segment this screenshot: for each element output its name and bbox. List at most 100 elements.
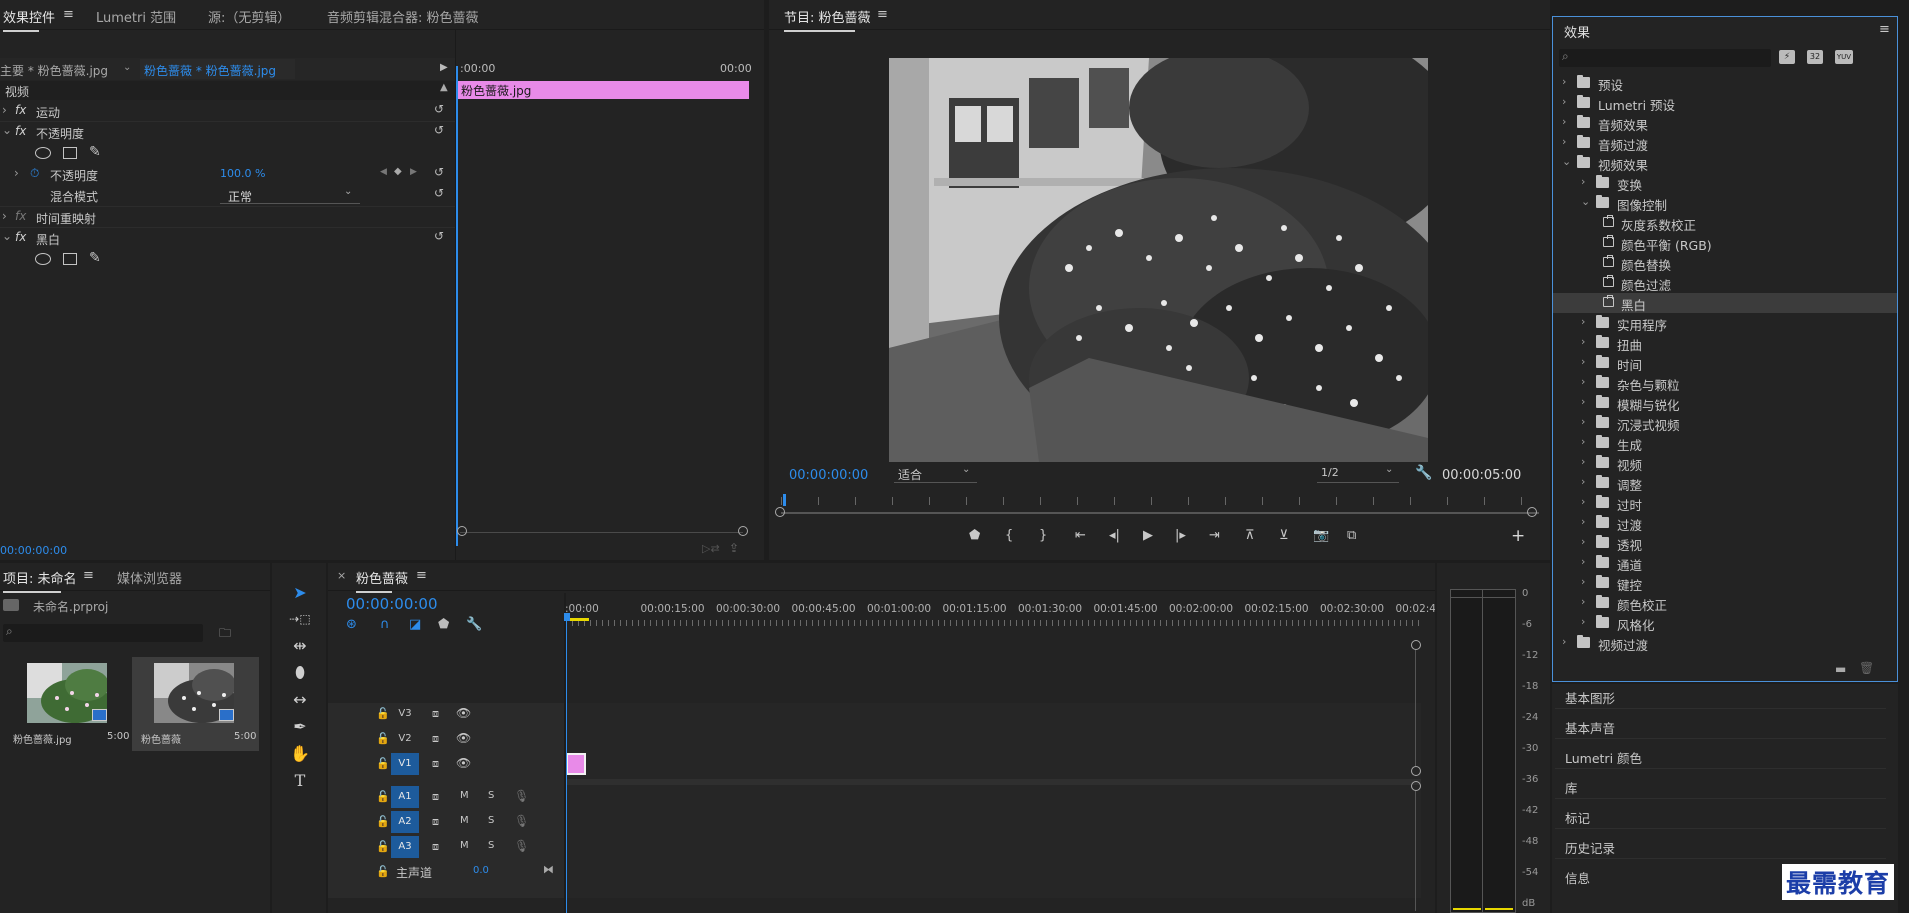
microphone-icon[interactable]: 🎙	[514, 789, 529, 803]
chevron-right-icon[interactable]: ›	[1581, 175, 1585, 188]
effect-row-motion[interactable]: › fx 运动 ↺	[0, 101, 455, 121]
next-keyframe-icon[interactable]: ▶	[410, 167, 417, 177]
razor-tool-icon[interactable]: ⬮	[286, 660, 314, 686]
sync-lock-icon[interactable]: ⧈	[432, 840, 439, 854]
fx-icon[interactable]: fx	[15, 124, 26, 138]
chevron-right-icon[interactable]: ›	[2, 209, 7, 223]
panel-menu-icon[interactable]: ≡	[63, 7, 74, 22]
add-button-icon[interactable]: +	[1511, 526, 1525, 546]
effects-folder[interactable]: › 通道	[1553, 553, 1897, 573]
panel-history[interactable]: 历史记录	[1565, 838, 1615, 857]
prev-keyframe-icon[interactable]: ◀	[380, 167, 387, 177]
tab-program[interactable]: 节目: 粉色蔷薇	[784, 7, 871, 32]
go-to-in-icon[interactable]: ⇤	[1075, 528, 1086, 543]
new-bin-icon[interactable]: ▬	[1835, 662, 1846, 676]
mute-button[interactable]: M	[460, 815, 469, 826]
panel-menu-icon[interactable]: ≡	[877, 7, 888, 22]
chevron-right-icon[interactable]: ›	[1581, 615, 1585, 628]
close-icon[interactable]: ×	[337, 569, 346, 582]
panel-menu-icon[interactable]: ≡	[83, 568, 94, 583]
microphone-icon[interactable]: 🎙	[514, 839, 529, 853]
tab-audio-clip-mixer[interactable]: 音频剪辑混合器: 粉色蔷薇	[327, 7, 479, 26]
wrench-icon[interactable]: 🔧	[1415, 465, 1432, 481]
wrench-icon[interactable]: 🔧	[466, 617, 482, 632]
go-to-end-icon[interactable]: ⧓	[543, 863, 554, 876]
playhead-head[interactable]	[564, 613, 570, 621]
tab-effect-controls[interactable]: 效果控件	[3, 7, 55, 32]
project-item-2-selected[interactable]: 粉色蔷薇 5:00	[132, 657, 259, 751]
effect-controls-timecode[interactable]: 00:00:00:00	[0, 544, 67, 557]
chevron-right-icon[interactable]: ›	[1581, 335, 1585, 348]
effect-row-time-remap[interactable]: › fx 时间重映射	[0, 207, 455, 227]
scroll-handle-mid[interactable]	[1411, 766, 1421, 776]
track-v1[interactable]: 🔓 V1 ⧈ 👁	[328, 753, 1421, 775]
effects-folder[interactable]: ⌄ 图像控制	[1553, 193, 1897, 213]
slip-tool-icon[interactable]: ↔	[286, 687, 314, 713]
timeline-timecode[interactable]: 00:00:00:00	[346, 595, 438, 613]
chevron-right-icon[interactable]: ›	[1562, 75, 1566, 88]
chevron-right-icon[interactable]: ›	[1581, 475, 1585, 488]
sync-lock-icon[interactable]: ⧈	[432, 757, 439, 771]
audio-vscroll[interactable]	[1415, 791, 1416, 911]
zoom-scrollbar[interactable]	[460, 532, 743, 533]
chevron-down-icon[interactable]: ⌄	[2, 123, 12, 137]
effects-item[interactable]: 颜色过滤	[1553, 273, 1897, 293]
stopwatch-icon[interactable]: ⏱	[30, 166, 39, 181]
rectangle-mask-icon[interactable]	[63, 147, 77, 159]
fx-icon[interactable]: fx	[15, 230, 26, 244]
panel-menu-icon[interactable]: ≡	[416, 568, 427, 583]
track-a1-label[interactable]: A1	[391, 786, 419, 808]
add-marker-icon[interactable]: ⬟	[438, 617, 449, 632]
chevron-right-icon[interactable]: ›	[1562, 635, 1566, 648]
panel-libraries[interactable]: 库	[1565, 778, 1578, 797]
effects-folder[interactable]: › 风格化	[1553, 613, 1897, 633]
chevron-right-icon[interactable]: ›	[1581, 315, 1585, 328]
hand-tool-icon[interactable]: ✋	[286, 741, 314, 767]
clip-bar[interactable]: 粉色蔷薇.jpg	[457, 81, 749, 99]
chevron-right-icon[interactable]: ›	[1581, 515, 1585, 528]
effect-row-opacity[interactable]: ⌄ fx 不透明度 ↺	[0, 122, 455, 142]
scroll-handle-left[interactable]	[775, 507, 785, 517]
fx-icon[interactable]: fx	[15, 103, 26, 117]
panel-menu-icon[interactable]: ≡	[1879, 22, 1890, 37]
effects-folder[interactable]: › 沉浸式视频	[1553, 413, 1897, 433]
track-a3-label[interactable]: A3	[391, 836, 419, 858]
reset-icon[interactable]: ↺	[434, 123, 444, 137]
tab-lumetri-scopes[interactable]: Lumetri 范围	[96, 7, 176, 26]
program-video-frame[interactable]	[889, 58, 1428, 462]
rectangle-mask-icon[interactable]	[63, 253, 77, 265]
effects-folder[interactable]: › 键控	[1553, 573, 1897, 593]
chevron-right-icon[interactable]: ›	[1581, 395, 1585, 408]
step-back-icon[interactable]: ◂|	[1109, 528, 1120, 543]
pen-mask-icon[interactable]: ✎	[89, 144, 101, 160]
track-v2[interactable]: 🔓 V2 ⧈ 👁	[328, 728, 1421, 750]
effects-folder[interactable]: › 颜色校正	[1553, 593, 1897, 613]
track-v2-label[interactable]: V2	[391, 728, 419, 750]
program-ruler-ticks[interactable]	[781, 497, 1539, 505]
timeline-clip-v1[interactable]	[566, 753, 586, 775]
reset-icon[interactable]: ↺	[434, 186, 444, 200]
effects-item[interactable]: 颜色替换	[1553, 253, 1897, 273]
extract-icon[interactable]: ⊻	[1279, 528, 1289, 543]
scroll-handle-top[interactable]	[1411, 640, 1421, 650]
timeline-playhead[interactable]	[566, 613, 567, 913]
snap-magnet-icon[interactable]: ∩	[380, 617, 390, 632]
add-marker-icon[interactable]: ⬟	[969, 528, 980, 543]
scroll-handle-mid-2[interactable]	[1411, 781, 1421, 791]
add-keyframe-icon[interactable]: ◆	[394, 166, 402, 177]
lock-icon[interactable]: 🔓	[376, 790, 390, 803]
filter-play-icon[interactable]: ▷⇄	[702, 542, 720, 555]
video-vscroll[interactable]	[1415, 650, 1416, 766]
program-scrubber[interactable]	[781, 512, 1539, 514]
project-item-1[interactable]: 粉色蔷薇.jpg 5:00	[4, 657, 130, 751]
ellipse-mask-icon[interactable]	[35, 253, 51, 265]
yuv-effects-icon[interactable]: YUV	[1835, 50, 1853, 64]
timeline-ruler[interactable]: :00:00 00:00:15:00 00:00:30:00 00:00:45:00 0…	[565, 599, 1435, 621]
scroll-handle-right[interactable]	[738, 526, 748, 536]
pen-mask-icon[interactable]: ✎	[89, 250, 101, 266]
mute-button[interactable]: M	[460, 790, 469, 801]
lock-icon[interactable]: 🔓	[376, 840, 390, 853]
track-select-tool-icon[interactable]: ⇢⬚	[286, 606, 314, 632]
chevron-right-icon[interactable]: ›	[1581, 575, 1585, 588]
chevron-right-icon[interactable]: ›	[1562, 115, 1566, 128]
